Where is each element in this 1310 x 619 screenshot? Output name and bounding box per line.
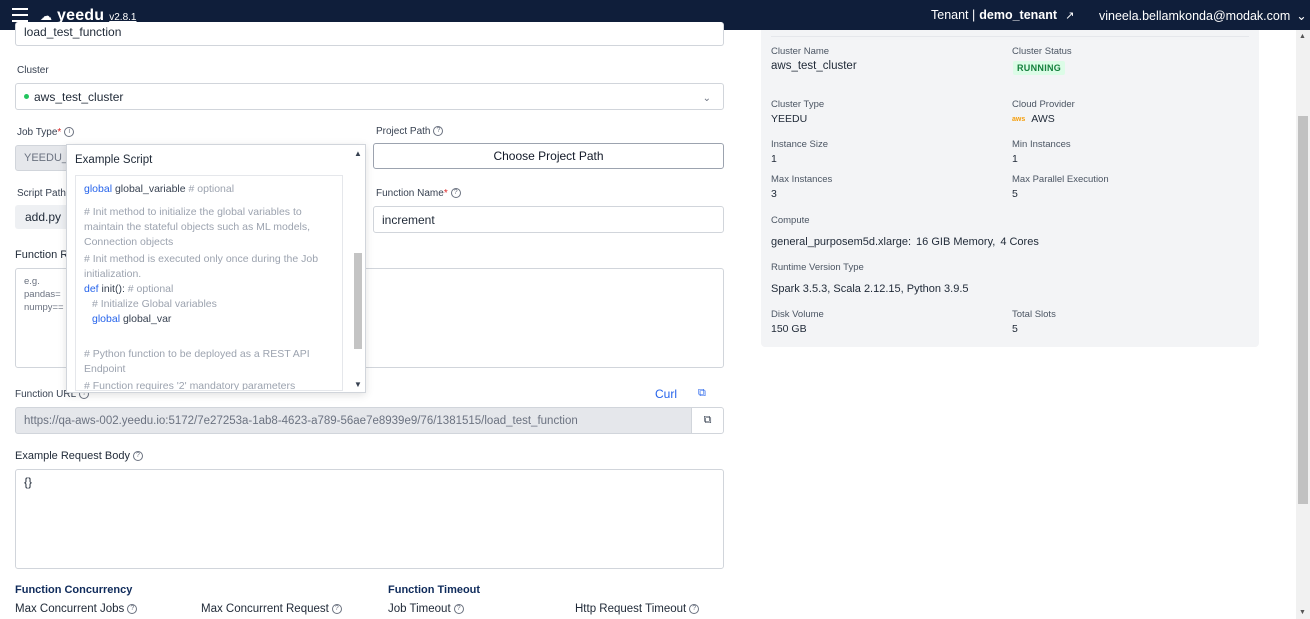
panel-divider [771,36,1249,37]
cluster-name-value: aws_test_cluster [771,60,857,72]
tenant-name: demo_tenant [979,8,1058,22]
min-instances-label: Min Instances [1012,139,1071,150]
status-badge: RUNNING [1013,61,1066,75]
instance-size-label: Instance Size [771,139,829,150]
script-path-label: Script Path [17,188,66,199]
function-name-label: Function Name*? [376,188,461,199]
runtime-version-label: Runtime Version Type [771,262,864,273]
scroll-up-icon[interactable]: ▲ [354,149,362,158]
function-name-field[interactable]: increment [373,206,724,233]
example-request-body-textarea[interactable]: {} [15,469,724,569]
cloud-provider-label: Cloud Provider [1012,99,1075,110]
cluster-select-value: aws_test_cluster [34,89,124,104]
tenant-selector[interactable]: Tenant | demo_tenant ↗ [931,8,1074,22]
max-instances-label: Max Instances [771,174,833,185]
example-request-body-label: Example Request Body? [15,450,143,462]
scroll-down-icon[interactable]: ▼ [1299,609,1306,616]
popup-title: Example Script [75,154,153,166]
example-script-code: global global_variable # optional # Init… [75,175,343,391]
instance-size-value: 1 [771,153,777,165]
runtime-version-value: Spark 3.5.3, Scala 2.12.15, Python 3.9.5 [771,283,969,295]
disk-volume-value: 150 GB [771,323,807,335]
function-concurrency-title: Function Concurrency [15,584,133,596]
copy-url-icon[interactable]: ⧉ [691,407,724,434]
http-request-timeout-label: Http Request Timeout? [575,603,700,615]
cluster-details-panel [761,30,1259,347]
popup-scroll-thumb[interactable] [354,253,362,349]
max-concurrent-request-label: Max Concurrent Request? [201,603,342,615]
compute-value: general_purposem5d.xlarge: 16 GIB Memory… [771,236,1039,248]
popup-scrollbar[interactable]: ▲ ▼ [353,149,363,389]
cluster-status-dot [24,94,29,99]
function-requirements-label: Function R [15,249,69,261]
menu-icon[interactable] [12,8,28,22]
cluster-select[interactable]: aws_test_cluster ⌄ [15,83,724,110]
max-concurrent-jobs-label: Max Concurrent Jobs? [15,603,138,615]
cluster-label: Cluster [17,65,49,76]
info-icon[interactable]: ? [450,188,461,199]
info-icon[interactable]: ? [433,126,444,137]
max-instances-value: 3 [771,188,777,200]
total-slots-value: 5 [1012,323,1018,335]
job-type-label: Job Type* i [17,127,75,138]
info-icon[interactable]: ? [127,603,138,614]
cloud-provider-value: aws AWS [1012,113,1055,125]
compute-label: Compute [771,215,810,226]
info-icon[interactable]: ? [689,603,700,614]
user-menu[interactable]: vineela.bellamkonda@modak.com ⌄ [1099,8,1307,24]
copy-curl-icon[interactable]: ⧉ [698,387,706,400]
chevron-down-icon[interactable]: ⌄ [1296,8,1306,23]
max-parallel-label: Max Parallel Execution [1012,174,1109,185]
curl-link[interactable]: Curl [655,387,677,401]
cluster-type-label: Cluster Type [771,99,825,110]
min-instances-value: 1 [1012,153,1018,165]
choose-project-path-button[interactable]: Choose Project Path [373,143,724,169]
disk-volume-label: Disk Volume [771,309,824,320]
cluster-name-label: Cluster Name [771,46,830,57]
aws-icon: aws [1012,115,1026,123]
example-script-popup: Example Script global global_variable # … [66,144,366,393]
page-scrollbar[interactable]: ▲ ▼ [1296,30,1310,619]
external-link-icon[interactable]: ↗ [1065,9,1074,22]
info-icon[interactable]: ? [453,603,464,614]
job-timeout-label: Job Timeout? [388,603,464,615]
scroll-up-icon[interactable]: ▲ [1299,33,1306,40]
info-icon[interactable]: i [64,127,75,138]
user-email: vineela.bellamkonda@modak.com [1099,8,1291,23]
page-scroll-thumb[interactable] [1298,116,1308,504]
function-name-input[interactable]: load_test_function [15,22,724,46]
total-slots-label: Total Slots [1012,309,1056,320]
info-icon[interactable]: ? [331,603,342,614]
function-url-field: https://qa-aws-002.yeedu.io:5172/7e27253… [15,407,692,434]
cluster-type-value: YEEDU [771,113,808,125]
info-icon[interactable]: ? [132,451,143,462]
scroll-down-icon[interactable]: ▼ [354,380,362,389]
script-path-chip[interactable]: add.py [15,205,71,229]
cluster-status-label: Cluster Status [1012,46,1072,57]
max-parallel-value: 5 [1012,188,1018,200]
tenant-label: Tenant | [931,8,976,22]
logo-icon: ☁ [40,9,52,23]
function-timeout-title: Function Timeout [388,584,481,596]
chevron-down-icon[interactable]: ⌄ [703,93,711,104]
project-path-label: Project Path? [376,126,444,137]
